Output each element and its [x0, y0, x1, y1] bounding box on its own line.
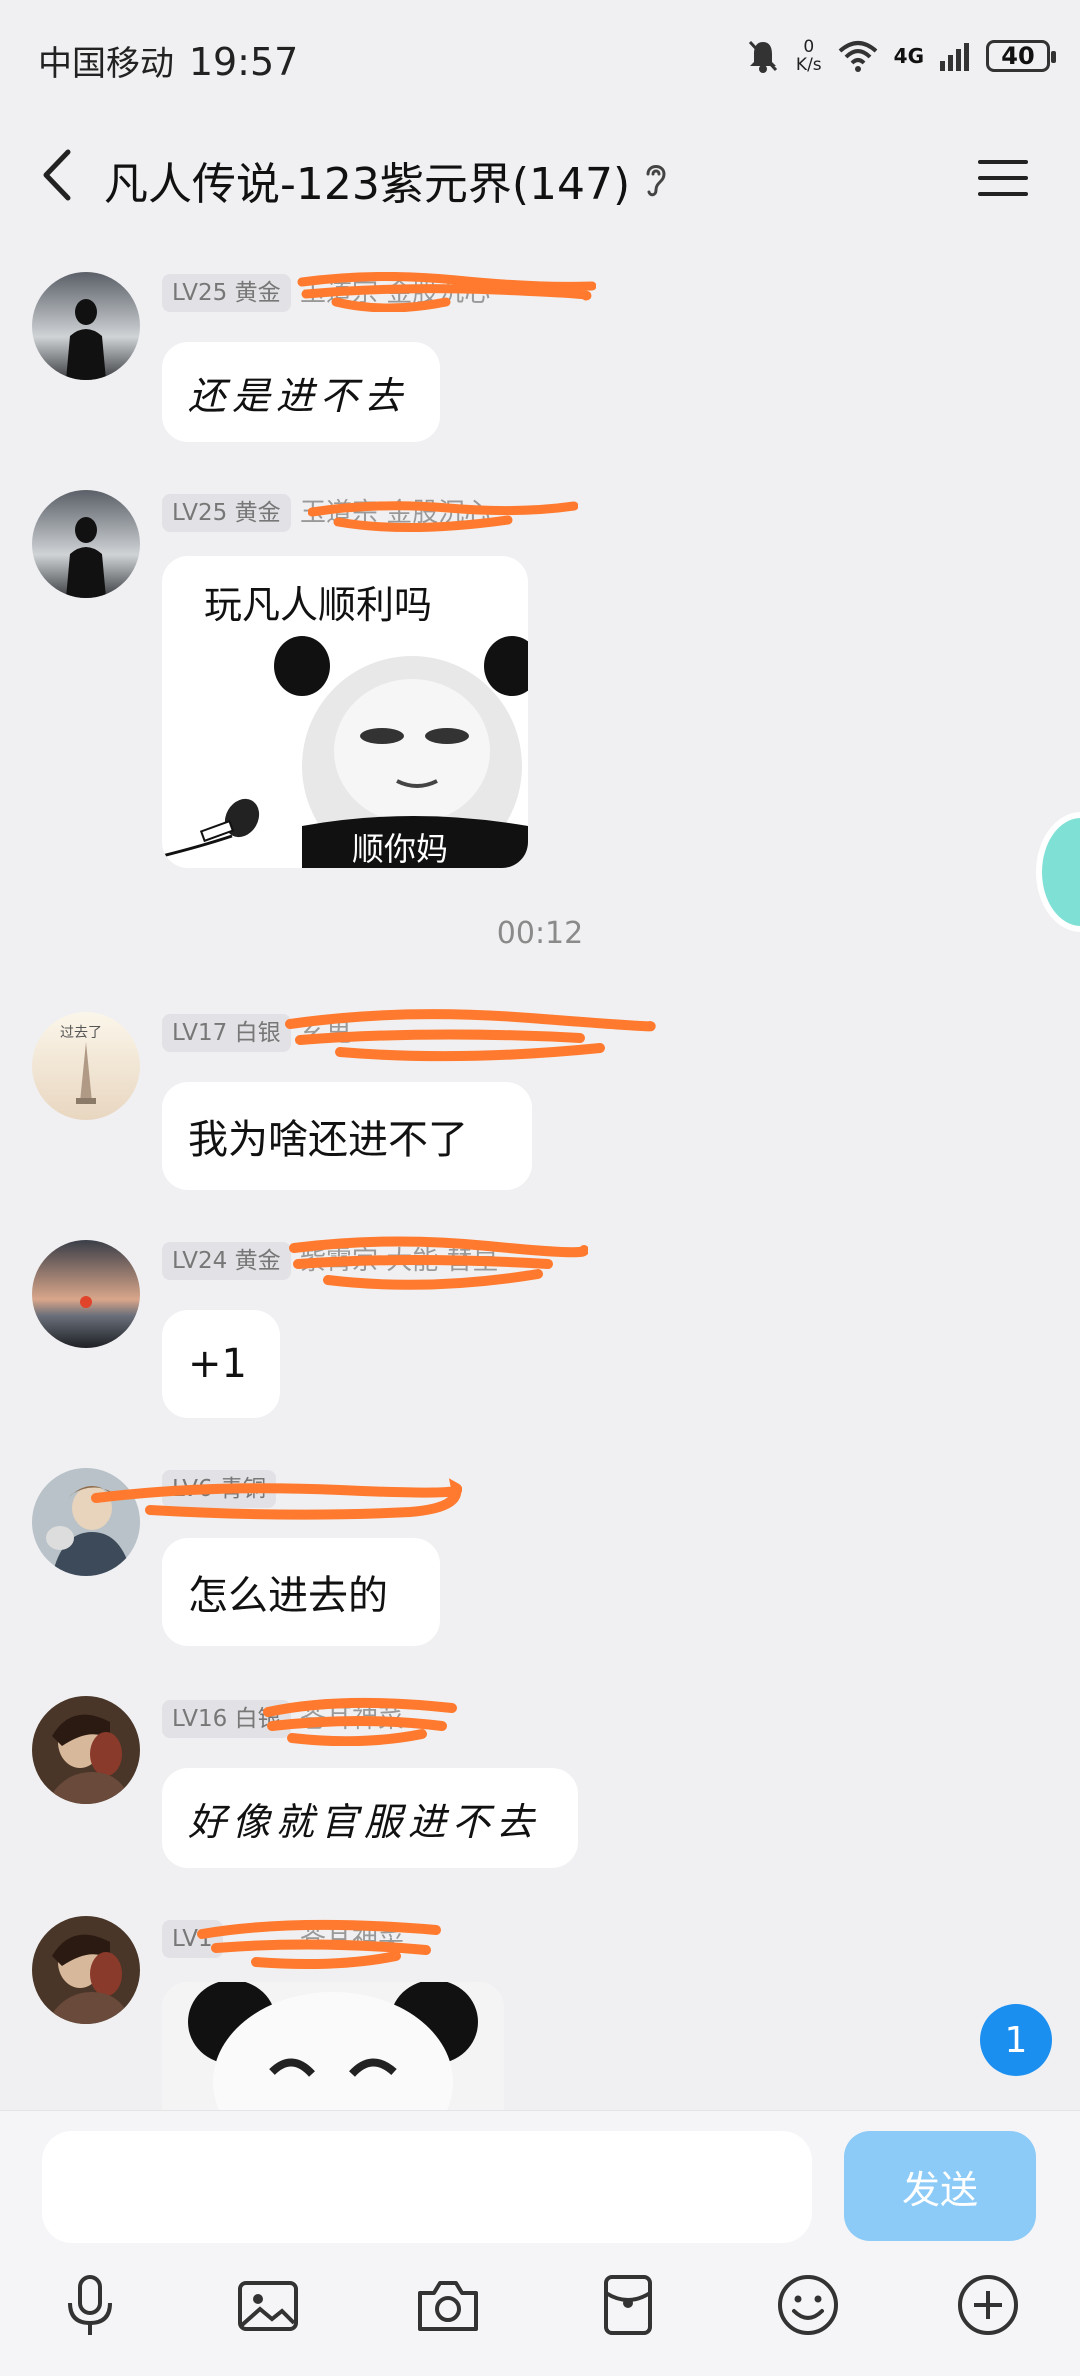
back-button[interactable]: [30, 140, 90, 210]
sticker-image[interactable]: 玩凡人顺利吗 顺你妈: [162, 556, 528, 868]
sticker-subcaption: 顺你妈: [352, 830, 449, 868]
net-speed: 0 K/s: [796, 38, 822, 74]
chat-header: 凡人传说-123紫元界(147): [0, 120, 1080, 235]
avatar[interactable]: [32, 1916, 140, 2024]
message-bubble[interactable]: 怎么进去的: [162, 1538, 440, 1646]
microphone-icon[interactable]: [56, 2271, 124, 2339]
floating-assistant-button[interactable]: [1036, 812, 1080, 932]
level-badge: LV25 黄金: [162, 494, 291, 532]
redaction-scribble: [263, 1697, 457, 1746]
unread-count-badge[interactable]: 1: [980, 2004, 1052, 2076]
net-speed-value: 0: [803, 37, 815, 57]
redaction-scribble: [197, 1919, 441, 1969]
network-type: 4G: [893, 44, 924, 68]
redaction-scribble: [308, 501, 578, 533]
message-input[interactable]: [42, 2131, 812, 2243]
redaction-scribble: [91, 1478, 462, 1520]
battery-indicator: 40: [986, 40, 1056, 72]
camera-icon[interactable]: [414, 2271, 482, 2339]
avatar[interactable]: [32, 1696, 140, 1804]
chat-title[interactable]: 凡人传说-123紫元界(147): [104, 148, 630, 212]
message-bubble[interactable]: 还是进不去: [162, 342, 440, 442]
emoji-icon[interactable]: [774, 2271, 842, 2339]
avatar[interactable]: [32, 490, 140, 598]
wifi-icon: [838, 41, 877, 72]
plus-icon[interactable]: [954, 2271, 1022, 2339]
panda-meme-icon: [162, 1982, 504, 2110]
composer: 发送: [0, 2110, 1080, 2376]
message-bubble[interactable]: +1: [162, 1310, 280, 1418]
redaction-scribble: [289, 1236, 588, 1290]
mute-bell-icon: [748, 40, 778, 73]
status-time: 19:57: [188, 40, 299, 84]
status-bar: 中国移动 19:57 0 K/s 4G 40: [0, 0, 1080, 120]
message-bubble[interactable]: 好像就官服进不去: [162, 1768, 578, 1868]
avatar[interactable]: 过去了: [32, 1012, 140, 1120]
level-badge: LV17 白银: [162, 1014, 291, 1052]
panda-meme-icon: [162, 636, 528, 868]
hamburger-menu-icon[interactable]: [976, 156, 1030, 200]
battery-level: 40: [1001, 42, 1035, 70]
send-button[interactable]: 发送: [844, 2131, 1036, 2241]
ear-icon[interactable]: [640, 158, 672, 200]
carrier-name: 中国移动: [38, 44, 174, 84]
level-badge: LV24 黄金: [162, 1242, 291, 1280]
image-icon[interactable]: [234, 2271, 302, 2339]
avatar[interactable]: [32, 1240, 140, 1348]
status-icons: 0 K/s 4G 40: [746, 38, 1056, 74]
message-bubble[interactable]: 我为啥还进不了: [162, 1082, 532, 1190]
avatar-text: 过去了: [60, 1025, 102, 1041]
net-speed-unit: K/s: [795, 55, 822, 75]
message-timestamp: 00:12: [496, 916, 584, 951]
avatar[interactable]: [32, 272, 140, 380]
redaction-scribble: [285, 1009, 656, 1062]
sticker-image[interactable]: [162, 1982, 504, 2110]
carrier-time: 中国移动 19:57: [38, 36, 298, 85]
level-badge: LV25 黄金: [162, 274, 291, 312]
redaction-scribble: [297, 272, 596, 312]
red-packet-icon[interactable]: [594, 2271, 662, 2339]
signal-icon: [940, 43, 969, 71]
